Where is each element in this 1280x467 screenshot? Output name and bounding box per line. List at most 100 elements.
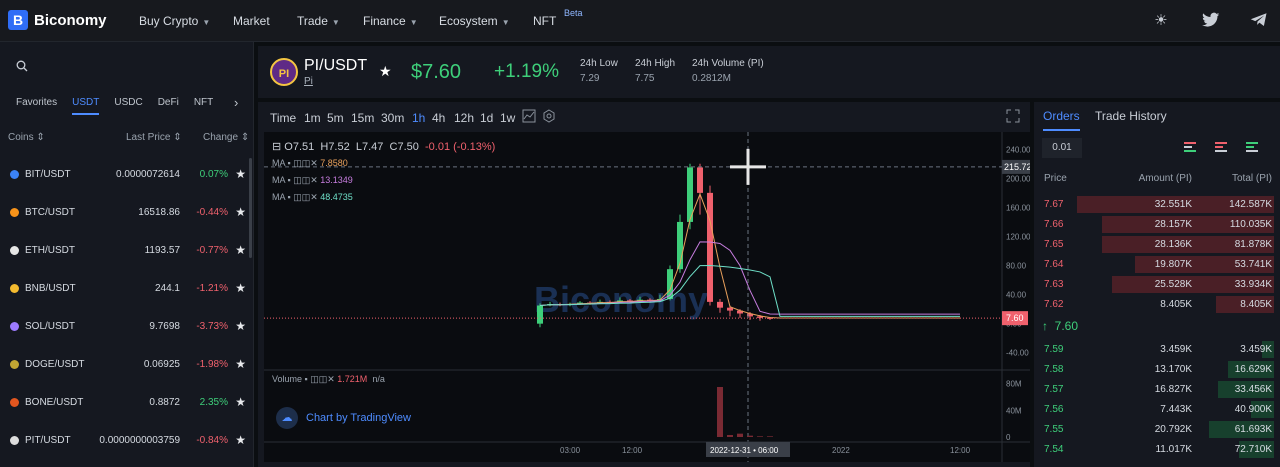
favorite-star-icon[interactable]: ★ [235,433,246,447]
timeframe-15m[interactable]: 15m [351,111,374,125]
cloud-icon: ☁ [276,407,298,429]
timeframe-1d[interactable]: 1d [480,111,493,125]
search-icon[interactable] [16,60,28,75]
nav-nft[interactable]: NFT [533,14,556,28]
coin-change: -3.73% [196,321,228,332]
order-total: 8.405K [1240,299,1272,310]
orderbook-row[interactable]: 7.64 19.807K 53.741K [1034,255,1280,274]
fullscreen-icon[interactable] [1006,109,1020,126]
pair-subtitle[interactable]: Pi [304,76,313,87]
orderbook-row[interactable]: 7.66 28.157K 110.035K [1034,215,1280,234]
timeframe-1m[interactable]: 1m [304,111,321,125]
favorite-star-icon[interactable]: ★ [235,243,246,257]
timeframe-1w[interactable]: 1w [500,111,515,125]
tab-defi[interactable]: DeFi [158,97,179,115]
coin-row[interactable]: BIT/USDT 0.0000072614 0.07% ★ [0,156,252,194]
open-value: O7.51 [284,141,315,153]
col-price-header[interactable]: Last Price ⇕ [126,132,182,143]
tradingview-attribution[interactable]: ☁ Chart by TradingView [276,407,411,429]
col-coins-header[interactable]: Coins ⇕ [8,132,45,143]
order-price: 7.59 [1044,344,1064,355]
coin-row[interactable]: DOGE/USDT 0.06925 -1.98% ★ [0,346,252,384]
nav-ecosystem[interactable]: Ecosystem ▼ [439,14,510,28]
book-bids-icon[interactable] [1246,142,1258,152]
nav-market[interactable]: Market [233,14,270,28]
favorite-star-icon[interactable]: ★ [235,167,246,181]
theme-sun-icon[interactable]: ☀ [1152,12,1170,30]
col-change-header[interactable]: Change ⇕ [203,132,249,143]
timeframe-5m[interactable]: 5m [327,111,344,125]
coin-row[interactable]: BONE/USDT 0.8872 2.35% ★ [0,384,252,422]
tab-usdt[interactable]: USDT [72,97,100,115]
nav-buy-crypto[interactable]: Buy Crypto ▼ [139,14,210,28]
coin-row[interactable]: SOL/USDT 9.7698 -3.73% ★ [0,308,252,346]
ma-legend-1: MA ▪ ◫◫✕ 7.8580 [272,158,348,168]
sort-icon: ⇕ [36,132,45,143]
brand-name: Biconomy [34,11,107,29]
chart-type-icon[interactable] [522,109,536,126]
order-amount: 8.405K [1160,299,1192,310]
change-value: -0.01 (-0.13%) [425,141,496,153]
favorite-star-icon[interactable]: ★ [235,395,246,409]
orderbook-row[interactable]: 7.65 28.136K 81.878K [1034,235,1280,254]
sidebar-scrollbar[interactable] [249,158,252,258]
tab-orders[interactable]: Orders [1043,109,1080,131]
orderbook-row[interactable]: 7.55 20.792K 61.693K [1034,420,1280,439]
book-both-icon[interactable] [1184,142,1196,152]
timeframe-12h[interactable]: 12h [454,111,474,125]
tab-trade-history[interactable]: Trade History [1095,109,1167,123]
settings-icon[interactable] [542,109,556,126]
order-amount: 25.528K [1154,279,1192,290]
orderbook-row[interactable]: 7.54 11.017K 72.710K [1034,440,1280,459]
telegram-icon[interactable] [1250,12,1268,30]
orderbook-row[interactable]: 7.57 16.827K 33.456K [1034,380,1280,399]
y-tick-label: 160.00 [1006,203,1030,212]
orderbook-row[interactable]: 7.56 7.443K 40.900K [1034,400,1280,419]
chart-plot-area[interactable]: Biconomy240.00220.00200.00160.00120.0080… [264,132,1030,462]
timeframe-4h[interactable]: 4h [432,111,445,125]
ma-label: MA [272,158,286,168]
ma-label: MA [272,175,286,185]
twitter-icon[interactable] [1202,12,1220,30]
nav-trade[interactable]: Trade ▼ [297,14,340,28]
stat-24h-low: 24h Low 7.29 [580,58,618,84]
tab-favorites[interactable]: Favorites [16,97,57,115]
coin-row[interactable]: PIT/USDT 0.0000000003759 -0.84% ★ [0,422,252,460]
x-tick-label: 2022 [832,446,850,455]
timeframe-1h[interactable]: 1h [412,111,425,125]
nav-finance[interactable]: Finance ▼ [363,14,418,28]
order-amount: 7.443K [1160,404,1192,415]
favorite-star-icon[interactable]: ★ [379,63,392,80]
favorite-star-icon[interactable]: ★ [235,205,246,219]
brand-logo[interactable]: B Biconomy [8,10,107,30]
precision-select[interactable]: 0.01 [1042,138,1082,158]
high-value: H7.52 [320,141,350,153]
coin-row[interactable]: BTC/USDT 16518.86 -0.44% ★ [0,194,252,232]
coin-row[interactable]: BNB/USDT 244.1 -1.21% ★ [0,270,252,308]
favorite-star-icon[interactable]: ★ [235,281,246,295]
stat-24h-high: 24h High 7.75 [635,58,675,84]
stat-label: 24h Volume (PI) [692,58,764,69]
favorite-star-icon[interactable]: ★ [235,357,246,371]
x-tick-label: 12:00 [950,446,971,455]
candle-body [537,305,543,324]
pair-title[interactable]: PI/USDT [304,57,367,75]
chart-toggle-icon[interactable]: ⊟ [272,141,281,153]
orderbook-row[interactable]: 7.63 25.528K 33.934K [1034,275,1280,294]
tab-nft[interactable]: NFT [194,97,213,115]
orderbook-row[interactable]: 7.58 13.170K 16.629K [1034,360,1280,379]
chevron-down-icon: ▼ [409,18,418,27]
order-price: 7.65 [1044,239,1064,250]
timeframe-30m[interactable]: 30m [381,111,404,125]
chevron-right-icon[interactable]: › [234,95,238,110]
coin-row[interactable]: ETH/USDT 1193.57 -0.77% ★ [0,232,252,270]
book-asks-icon[interactable] [1215,142,1227,152]
coin-pair: BNB/USDT [25,283,76,294]
timeframe-time[interactable]: Time [270,111,296,125]
orderbook-row[interactable]: 7.59 3.459K 3.459K [1034,340,1280,359]
tab-usdc[interactable]: USDC [114,97,142,115]
orderbook-row[interactable]: 7.67 32.551K 142.587K [1034,195,1280,214]
ma-legend-2: MA ▪ ◫◫✕ 13.1349 [272,175,353,185]
orderbook-row[interactable]: 7.62 8.405K 8.405K [1034,295,1280,314]
favorite-star-icon[interactable]: ★ [235,319,246,333]
